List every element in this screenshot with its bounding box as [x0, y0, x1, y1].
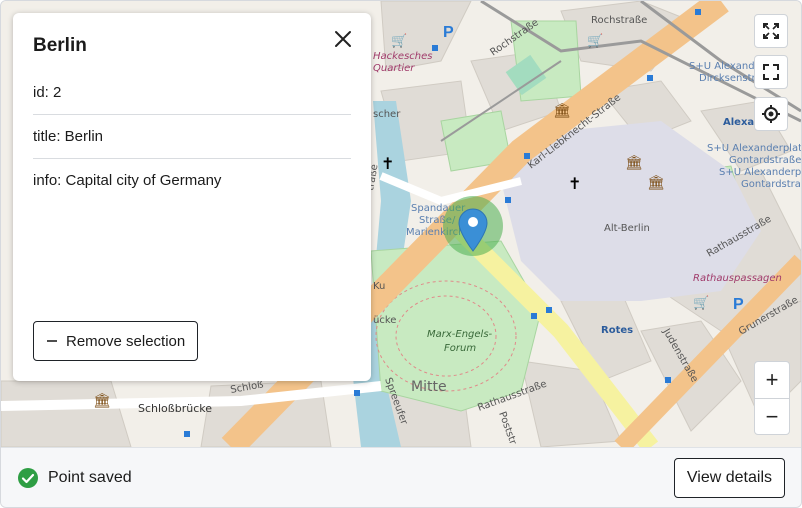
- map-label-rotes: Rotes: [601, 325, 633, 336]
- shop-icon: 🛒: [693, 295, 709, 310]
- map-label-alexanderplatz-4: Gontardstraße: [741, 179, 801, 190]
- remove-selection-button[interactable]: Remove selection: [33, 321, 199, 361]
- map-label-rochstrasse-2: Rochstraße: [591, 15, 647, 26]
- close-button[interactable]: [329, 25, 357, 53]
- property-list: id: 2 title: Berlin info: Capital city o…: [33, 71, 351, 202]
- check-circle-icon: [18, 468, 38, 488]
- view-details-button[interactable]: View details: [673, 458, 785, 498]
- map-label-alexanderplatz-1: S+U Alexanderplatz/: [707, 143, 801, 154]
- map-label-marx-engels-1: Marx-Engels-: [427, 329, 493, 340]
- fullscreen-button[interactable]: [754, 55, 788, 89]
- map-label-hackesches: Hackesches: [373, 51, 433, 62]
- map-label-schlossbruecke: Schloßbrücke: [138, 402, 212, 415]
- map-widget: Rochstraße Rochstraße Hackesches Quartie…: [0, 0, 802, 508]
- status-message: Point saved: [17, 467, 132, 489]
- minus-icon: [47, 340, 57, 342]
- property-id: id: 2: [33, 71, 351, 115]
- property-info: info: Capital city of Germany: [33, 172, 222, 189]
- church-icon: ✝: [568, 176, 581, 193]
- parking-icon: P: [443, 24, 454, 41]
- zoom-control: + −: [754, 361, 790, 435]
- church-icon: ✝: [381, 156, 394, 173]
- zoom-out-button[interactable]: −: [755, 399, 789, 435]
- museum-icon: 🏛: [625, 154, 643, 170]
- remove-selection-label: Remove selection: [66, 332, 186, 350]
- close-icon: [335, 31, 351, 47]
- map-label-scher: scher: [373, 109, 401, 120]
- map-label-alexanderplatz-6: Dircksenstr: [699, 73, 756, 84]
- map-label-alt-berlin: Alt-Berlin: [604, 223, 650, 234]
- property-title: title: Berlin: [33, 115, 351, 159]
- map-label-rathauspassagen: Rathauspassagen: [693, 273, 782, 284]
- expand-icon: [763, 23, 779, 39]
- locate-icon: [762, 105, 780, 123]
- footer-bar: Point saved View details: [1, 447, 801, 507]
- map-label-alexanderplatz-2: Gontardstraße: [729, 155, 801, 166]
- museum-icon: 🏛: [647, 174, 665, 190]
- museum-icon: 🏛: [553, 102, 571, 118]
- parking-icon: P: [733, 296, 744, 313]
- shop-icon: 🛒: [391, 33, 407, 48]
- zoom-in-button[interactable]: +: [755, 362, 789, 399]
- map-label-quartier: Quartier: [373, 63, 415, 74]
- feature-info-panel: Berlin id: 2 title: Berlin info: Capital…: [13, 13, 371, 381]
- map-label-alexa: Alexa: [723, 117, 754, 128]
- fullscreen-icon: [763, 64, 779, 80]
- status-text: Point saved: [48, 469, 132, 486]
- map-label-alexanderplatz-3: S+U Alexanderplatz/: [719, 167, 801, 178]
- shop-icon: 🛒: [587, 33, 603, 48]
- panel-title: Berlin: [33, 35, 87, 56]
- map-label-marx-engels-2: Forum: [444, 343, 476, 354]
- map-label-muecke: ücke: [373, 315, 396, 326]
- expand-button[interactable]: [754, 14, 788, 48]
- museum-icon: 🏛: [93, 392, 111, 408]
- map-label-mitte: Mitte: [411, 379, 447, 395]
- map-label-ku: Ku: [373, 281, 385, 292]
- map-label-alexanderplatz-5: S+U Alexande: [689, 61, 761, 72]
- locate-button[interactable]: [754, 97, 788, 131]
